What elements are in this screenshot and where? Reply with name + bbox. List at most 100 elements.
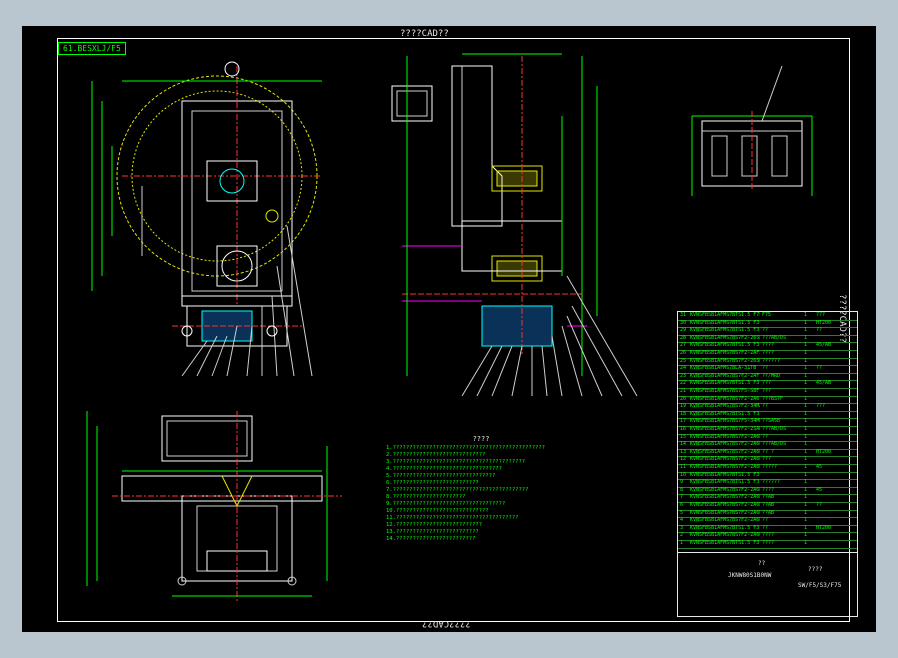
- bom-cell-no: 10: [680, 471, 687, 478]
- bill-of-materials-table: 31 KVNSFBSB1AFMS7BTS1.5 F75 F75 1??? 30 KVNSF…: [677, 311, 858, 617]
- bom-cell-name: ?? ?: [762, 448, 775, 455]
- bom-cell-note: ??: [816, 327, 823, 334]
- bom-cell-code: KVNSFBSB1AFMS7BS7F2-2AF2: [690, 350, 760, 356]
- bom-cell-code: KVNSFBSB1AFMS7BS7F2-2A6B: [690, 464, 760, 470]
- note-line: 12.??????????????????????????: [386, 522, 483, 528]
- bom-cell-code: KVNSFBSB1AFMS7BTS1.5 F3.3: [690, 327, 760, 334]
- bom-cell-no: 6: [680, 502, 684, 508]
- notes-heading: ????: [472, 436, 490, 443]
- bom-cell-code: KVNSFBSB1AFMS7BS7F2-2A6B: [690, 456, 760, 463]
- bom-cell-code: KVNSFBSB1AFMS7BTS1.5 F3.8: [690, 410, 760, 417]
- bom-cell-note: ??: [816, 365, 823, 372]
- bom-cell-code: KVNSFBSB1AFMS7BLA-31TB: [690, 365, 757, 372]
- note-line: 3.??????????????????????????????????????…: [386, 459, 526, 465]
- bom-cell-no: 13: [680, 448, 687, 455]
- bom-cell-name: ??: [762, 524, 769, 531]
- bom-cell-qty: 1: [804, 509, 808, 516]
- cad-viewport[interactable]: ????CAD?? ????CAD?? ????CAD?? 61.BESXLJ/…: [22, 26, 876, 632]
- bom-title-code: JKNW80S1B0NW: [728, 571, 772, 579]
- bom-cell-name: ????: [762, 540, 775, 546]
- note-line: 7.??????????????????????????????????????…: [386, 487, 529, 493]
- bom-cell-name: ??????: [762, 479, 781, 486]
- bom-cell-note: ??: [816, 502, 823, 508]
- bom-cell-no: 15: [680, 433, 687, 440]
- bom-cell-qty: 1: [804, 479, 808, 486]
- bom-cell-name: ????: [762, 350, 775, 356]
- bom-cell-qty: 1: [804, 342, 808, 349]
- bom-cell-qty: 1: [804, 357, 808, 364]
- bom-cell-name: ???AB/DS: [762, 334, 787, 341]
- bom-cell-qty: 1: [804, 395, 808, 402]
- bom-cell-qty: 1: [804, 334, 808, 341]
- bom-cell-note: 45/AB: [816, 380, 832, 387]
- bom-cell-qty: 1: [804, 456, 808, 463]
- bom-cell-no: 1: [680, 540, 684, 546]
- bom-cell-code: KVNSFBSB1AFMS7BS7F2-2A6B: [690, 433, 760, 440]
- bom-cell-no: 27: [680, 342, 687, 349]
- bom-cell-code: KVNSFBSB1AFMS7BTS1.5 F3.3: [690, 380, 760, 387]
- bom-cell-no: 26: [680, 350, 687, 356]
- note-line: 14.????????????????????????: [386, 536, 476, 542]
- bom-cell-qty: 1: [804, 524, 808, 531]
- bom-cell-name: ???BS7F: [762, 395, 784, 402]
- bom-cell-no: 19: [680, 403, 687, 410]
- note-line: 2.????????????????????????????: [386, 452, 486, 458]
- bom-cell-note: ???: [816, 312, 826, 318]
- bom-cell-code: KVNSFBSB1AFMS7BS7F2-26SB: [690, 334, 760, 341]
- bom-cell-no: 9: [680, 479, 684, 486]
- bom-cell-no: 30: [680, 319, 687, 326]
- bom-cell-note: HT200: [816, 448, 832, 455]
- bom-cell-note: HT200: [816, 524, 832, 531]
- bom-cell-name: ??: [762, 365, 769, 372]
- bom-cell-no: 28: [680, 334, 687, 341]
- bom-cell-qty: 1: [804, 486, 808, 493]
- bom-cell-code: KVNSFBSB1AFMS7BS7F2-2SAD: [690, 426, 760, 432]
- bom-cell-code: KVNSFBSB1AFMS7BTS1.5 F75: [690, 312, 760, 318]
- bom-cell-no: 7: [680, 494, 684, 501]
- bom-cell-name: ??SA5B: [762, 418, 781, 425]
- bom-cell-note: HT200: [816, 319, 832, 326]
- bom-cell-name: ???AB/DS: [762, 441, 787, 448]
- bom-cell-no: 17: [680, 418, 687, 425]
- bom-cell-qty: 1: [804, 433, 808, 440]
- bom-cell-code: KVNSFBSB1AFMS7BS7F2-2A6B: [690, 517, 760, 524]
- bom-cell-name: ???: [762, 456, 772, 463]
- bom-cell-code: KVNSFBSB1AFMS7BS7F2-2AF1: [690, 372, 760, 379]
- bom-cell-qty: 1: [804, 464, 808, 470]
- front-view: [91, 61, 322, 377]
- bom-title-company: ????: [808, 565, 823, 573]
- bom-cell-no: 18: [680, 410, 687, 417]
- bom-cell-qty: 1: [804, 418, 808, 425]
- bom-cell-no: 23: [680, 372, 687, 379]
- note-line: 1.??????????????????????????????????????…: [386, 445, 545, 451]
- note-line: 5.???????????????????????????????: [386, 473, 496, 479]
- bom-cell-no: 2: [680, 532, 684, 539]
- bom-cell-qty: 1: [804, 426, 808, 432]
- bom-cell-qty: 1: [804, 494, 808, 501]
- top-view: [86, 411, 342, 601]
- bom-cell-code: KVNSFBSB1AFMS7BTS1.5 F3.3: [690, 479, 760, 486]
- bom-cell-name: ??: [762, 403, 769, 410]
- note-line: 13.?????????????????????????: [386, 529, 479, 535]
- bom-cell-qty: 1: [804, 517, 808, 524]
- bom-cell-name: ???: [762, 388, 772, 394]
- bom-cell-no: 4: [680, 517, 684, 524]
- bom-cell-no: 29: [680, 327, 687, 334]
- bom-cell-name: ???AB/DS: [762, 426, 787, 432]
- bom-cell-note: 45: [816, 464, 823, 470]
- bom-cell-no: 5: [680, 509, 684, 516]
- bom-cell-name: ????: [762, 342, 775, 349]
- bom-cell-note: 45/AB: [816, 342, 832, 349]
- bom-cell-qty: 1: [804, 403, 808, 410]
- bom-cell-code: KVNSFBSB1AFMS7BTS1.5 F3.3: [690, 471, 760, 478]
- bom-cell-qty: 1: [804, 319, 808, 326]
- bom-cell-note: ???: [816, 403, 826, 410]
- bom-cell-qty: 1: [804, 502, 808, 508]
- bom-title-name: ??: [758, 559, 766, 567]
- bom-cell-name: ??: [762, 327, 769, 334]
- bom-cell-no: 20: [680, 395, 687, 402]
- bom-cell-no: 8: [680, 486, 684, 493]
- bom-cell-name: ??: [762, 433, 769, 440]
- detail-view: [691, 65, 813, 196]
- bom-cell-name: ??AB: [762, 509, 775, 516]
